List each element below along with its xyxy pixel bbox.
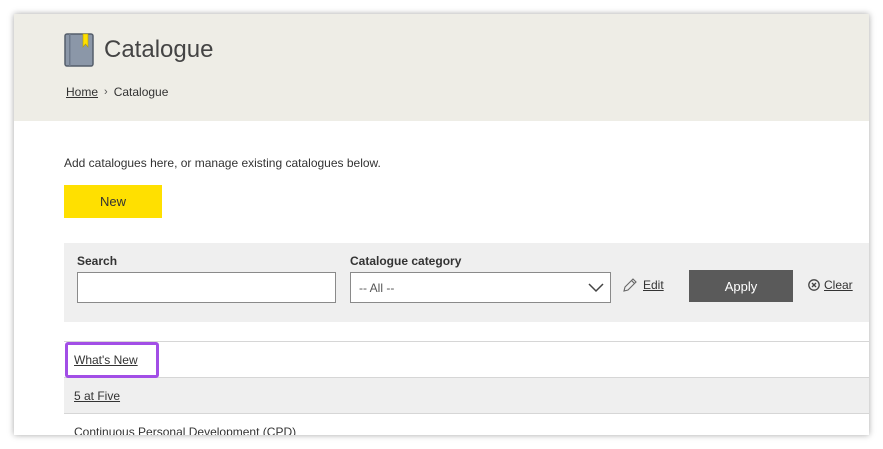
catalogue-link-5-at-five[interactable]: 5 at Five xyxy=(74,389,120,403)
edit-category-link[interactable]: Edit xyxy=(622,277,664,293)
app-window: Catalogue Home › Catalogue Add catalogue… xyxy=(14,14,869,435)
filter-bar: Search Catalogue category -- All -- Edit… xyxy=(64,243,869,322)
list-item: Continuous Personal Development (CPD) xyxy=(64,413,869,435)
breadcrumb-current: Catalogue xyxy=(113,85,169,99)
catalogue-list: What's New 5 at Five Continuous Personal… xyxy=(64,341,869,435)
selection-highlight xyxy=(65,342,159,378)
breadcrumb: Home › Catalogue xyxy=(66,85,168,99)
search-input[interactable] xyxy=(77,272,336,303)
clear-label: Clear xyxy=(824,278,853,292)
intro-text: Add catalogues here, or manage existing … xyxy=(64,156,381,170)
breadcrumb-home-link[interactable]: Home xyxy=(66,85,98,99)
pencil-icon xyxy=(623,278,637,292)
clear-link[interactable]: Clear xyxy=(808,278,853,292)
catalogue-link-cpd[interactable]: Continuous Personal Development (CPD) xyxy=(74,425,296,436)
category-select[interactable]: -- All -- xyxy=(350,272,611,303)
chevron-right-icon: › xyxy=(104,86,108,98)
category-selected-value: -- All -- xyxy=(359,280,395,295)
apply-button[interactable]: Apply xyxy=(689,270,793,302)
list-item: What's New xyxy=(64,341,869,377)
category-label: Catalogue category xyxy=(350,254,462,268)
search-label: Search xyxy=(77,254,118,268)
close-circle-icon xyxy=(808,279,820,291)
page-title: Catalogue xyxy=(104,36,214,63)
new-catalogue-button[interactable]: New xyxy=(64,185,162,218)
list-item: 5 at Five xyxy=(64,377,869,413)
book-icon xyxy=(64,33,94,67)
page-header: Catalogue Home › Catalogue xyxy=(14,14,869,121)
chevron-down-icon xyxy=(588,283,604,293)
edit-label: Edit xyxy=(643,278,664,292)
